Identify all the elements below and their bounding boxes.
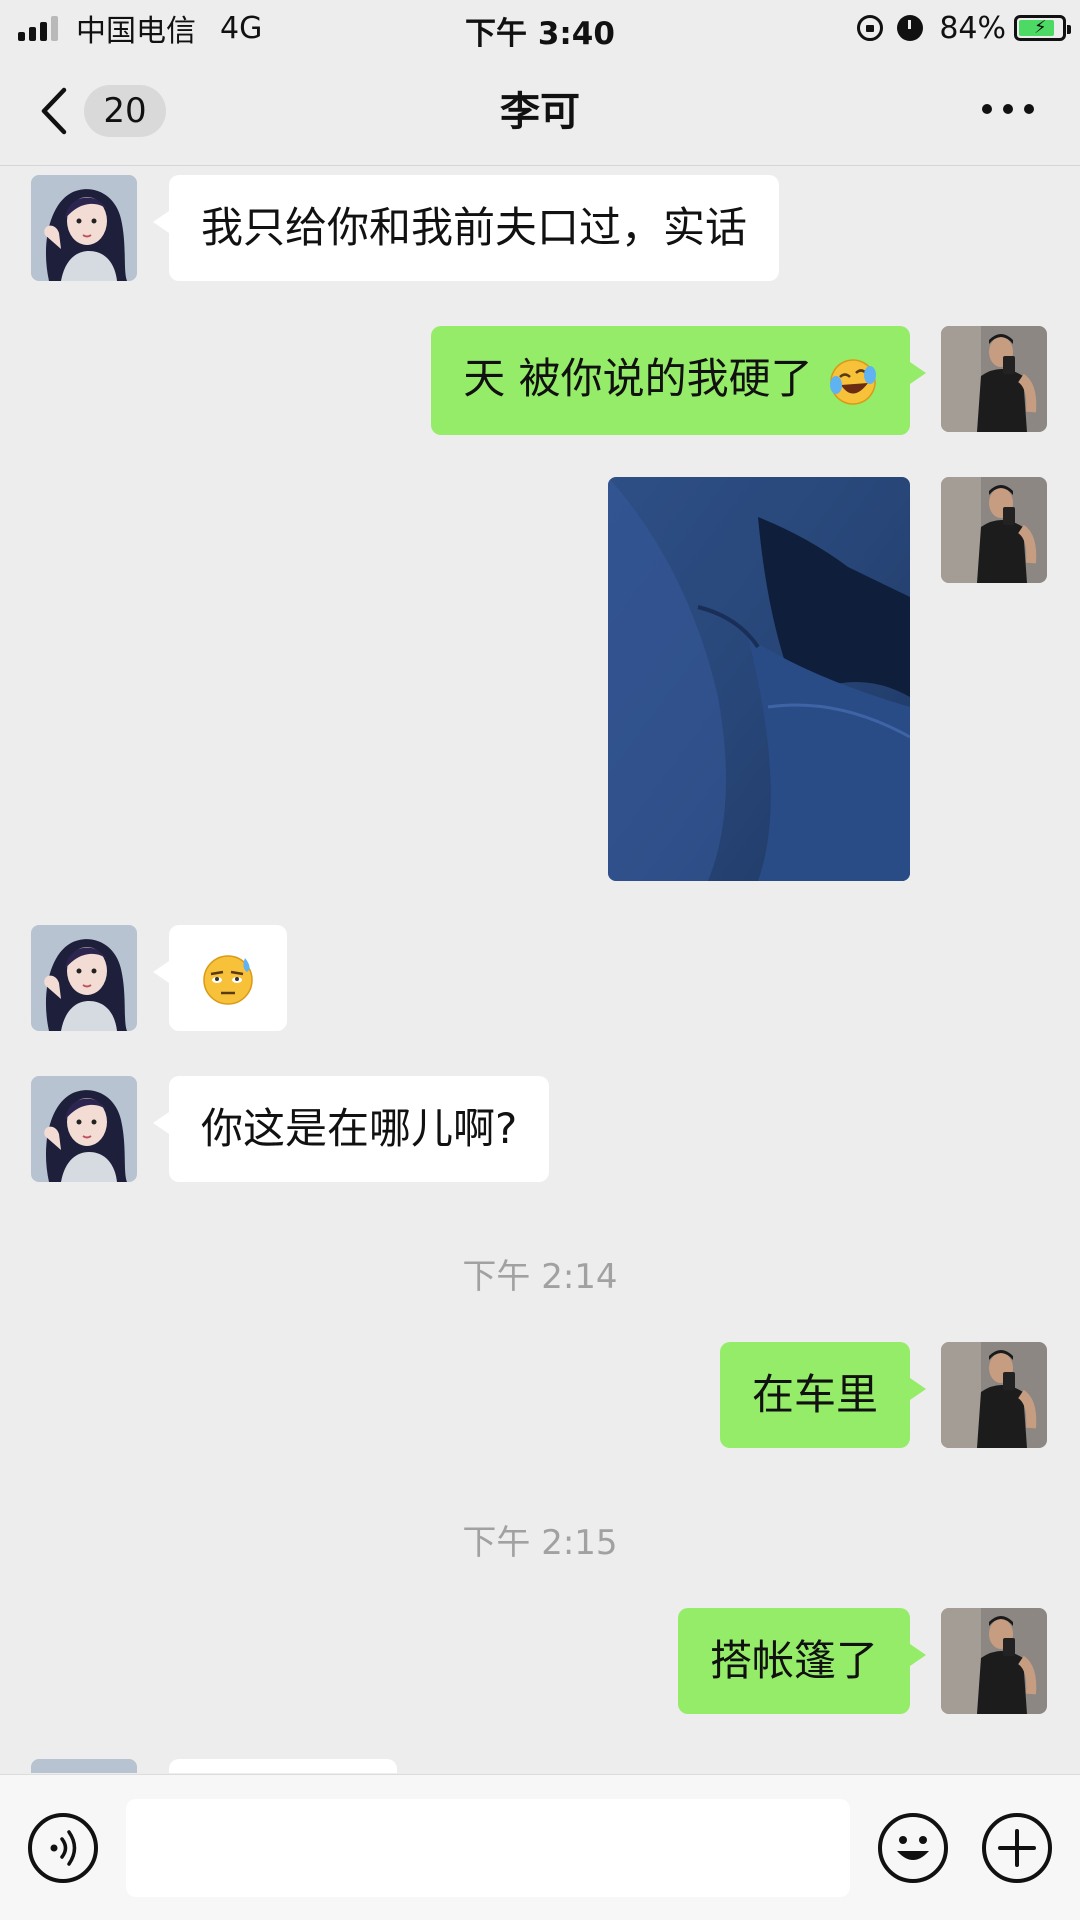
charging-bolt-icon: ⚡ — [1034, 17, 1047, 38]
sweat-eyeroll-emoji-icon — [203, 955, 253, 1005]
status-right: 84% ⚡ — [857, 8, 1071, 48]
crying-laughing-emoji-icon — [828, 357, 878, 407]
emoji-icon[interactable] — [878, 1813, 948, 1883]
rotation-lock-icon — [857, 15, 884, 41]
chat-title: 李可 — [500, 89, 580, 135]
timestamp: 下午 2:15 — [462, 1523, 618, 1563]
contact-avatar[interactable] — [31, 925, 137, 1031]
message-bubble-partial[interactable] — [169, 1759, 397, 1773]
contact-avatar[interactable] — [31, 1759, 137, 1773]
message-text: 搭帐篷了 — [709, 1636, 878, 1685]
message-text: 我只给你和我前夫口过，实话 — [201, 203, 748, 252]
message-text: 在车里 — [751, 1370, 878, 1419]
message-bubble[interactable]: 在车里 — [719, 1342, 927, 1448]
message-list[interactable]: 我只给你和我前夫口过，实话 天 被你说的我硬了 你这是在哪儿啊? 下午 2:14… — [0, 167, 1080, 1773]
message-text: 天 被你说的我硬了 — [463, 354, 813, 403]
message-bubble[interactable]: 我只给你和我前夫口过，实话 — [152, 175, 780, 281]
message-text: 你这是在哪儿啊? — [201, 1104, 518, 1153]
image-message[interactable] — [608, 477, 910, 881]
battery-percent: 84% — [939, 10, 1006, 46]
input-bar — [0, 1774, 1080, 1920]
message-bubble[interactable]: 你这是在哪儿啊? — [152, 1076, 550, 1182]
plus-icon[interactable] — [982, 1813, 1052, 1883]
battery-nub — [1067, 25, 1071, 34]
timestamp: 下午 2:14 — [462, 1257, 618, 1297]
voice-icon[interactable] — [28, 1813, 98, 1883]
message-bubble[interactable] — [153, 925, 287, 1031]
my-avatar[interactable] — [941, 1342, 1047, 1448]
status-bar: 中国电信 4G 下午 3:40 84% ⚡ — [0, 0, 1080, 56]
message-input[interactable] — [126, 1799, 850, 1897]
chat-header: 20 李可 — [0, 56, 1080, 166]
my-avatar[interactable] — [941, 1608, 1047, 1714]
more-icon[interactable] — [982, 104, 1034, 118]
my-avatar[interactable] — [941, 326, 1047, 432]
message-bubble[interactable]: 天 被你说的我硬了 — [431, 326, 926, 435]
my-avatar[interactable] — [941, 477, 1047, 583]
battery-charging-icon: ⚡ — [1014, 15, 1071, 41]
message-bubble[interactable]: 搭帐篷了 — [677, 1608, 927, 1714]
contact-avatar[interactable] — [31, 1076, 137, 1182]
contact-avatar[interactable] — [31, 175, 137, 281]
alarm-icon — [897, 15, 924, 41]
